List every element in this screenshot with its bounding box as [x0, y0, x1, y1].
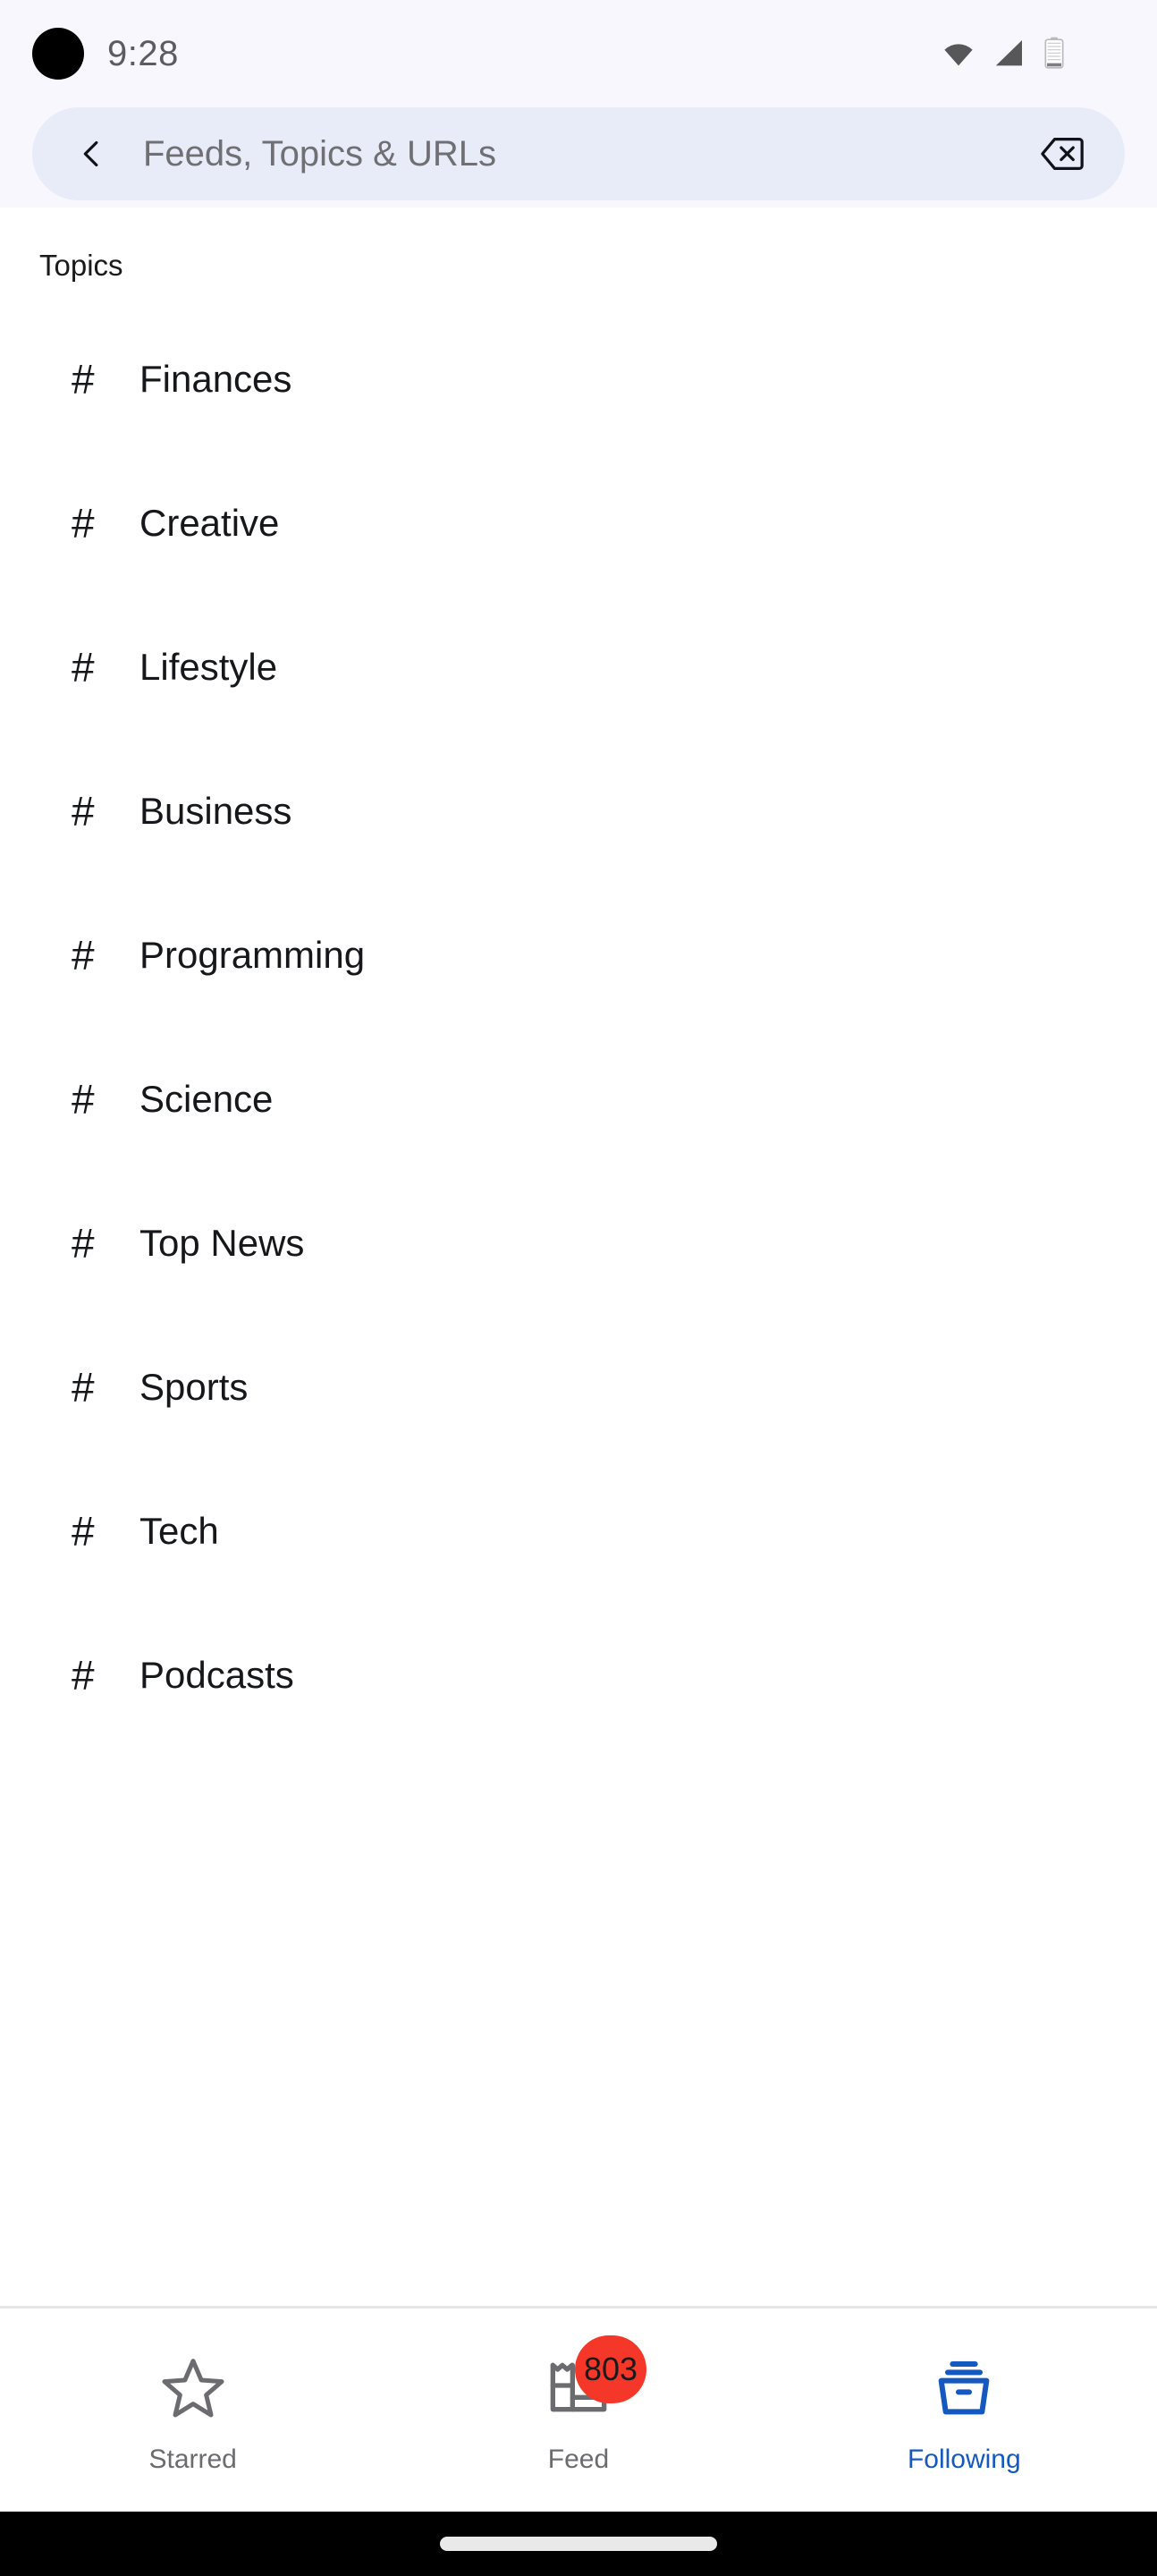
- topic-label: Science: [139, 1077, 274, 1120]
- list-item[interactable]: # Top News: [0, 1171, 1157, 1315]
- search-input[interactable]: [132, 107, 1021, 200]
- nav-item-starred[interactable]: Starred: [0, 2309, 385, 2512]
- status-time: 9:28: [107, 34, 179, 73]
- topic-label: Podcasts: [139, 1653, 294, 1696]
- signal-icon: [991, 36, 1026, 72]
- list-item[interactable]: # Programming: [0, 883, 1157, 1027]
- topic-label: Sports: [139, 1365, 249, 1408]
- hash-icon: #: [72, 931, 95, 979]
- topic-label: Programming: [139, 933, 366, 976]
- nav-item-feed[interactable]: 803 Feed: [385, 2309, 771, 2512]
- list-item[interactable]: # Lifestyle: [0, 595, 1157, 739]
- list-item[interactable]: # Finances: [0, 307, 1157, 451]
- nav-icon-following-wrap: [925, 2348, 1003, 2427]
- archive-inbox-icon: [928, 2351, 1000, 2423]
- list-item[interactable]: # Creative: [0, 451, 1157, 595]
- list-item[interactable]: # Podcasts: [0, 1603, 1157, 1747]
- topic-label: Top News: [139, 1221, 305, 1264]
- app-screen: 9:28 Feeds, Topics & URLs Topics # Finan…: [0, 0, 1157, 2576]
- backspace-icon: [1040, 135, 1085, 173]
- home-indicator[interactable]: [440, 2537, 717, 2551]
- hash-icon: #: [72, 1507, 95, 1555]
- back-button[interactable]: [59, 122, 123, 186]
- nav-icon-feed-wrap: 803: [539, 2334, 647, 2427]
- section-header-topics: Topics: [39, 249, 123, 282]
- system-gesture-area: [0, 2512, 1157, 2576]
- top-region: 9:28: [0, 0, 1157, 208]
- hash-icon: #: [72, 787, 95, 835]
- status-bar-left: 9:28: [32, 28, 179, 80]
- hash-icon: #: [72, 355, 95, 402]
- topic-label: Creative: [139, 501, 280, 544]
- list-item[interactable]: # Business: [0, 739, 1157, 883]
- hash-icon: #: [72, 643, 95, 691]
- topic-label: Tech: [139, 1509, 219, 1552]
- clear-search-button[interactable]: [1030, 122, 1094, 186]
- hash-icon: #: [72, 1075, 95, 1123]
- hash-icon: #: [72, 499, 95, 547]
- bottom-navigation: Starred 803 Feed Following: [0, 2306, 1157, 2512]
- star-icon: [157, 2351, 229, 2423]
- search-bar[interactable]: [32, 107, 1125, 200]
- topic-label: Business: [139, 789, 292, 832]
- status-bar-right: [941, 36, 1121, 72]
- search-bar-container: [0, 107, 1157, 200]
- nav-icon-starred-wrap: [154, 2348, 232, 2427]
- list-item[interactable]: # Science: [0, 1027, 1157, 1171]
- list-item[interactable]: # Sports: [0, 1315, 1157, 1459]
- wifi-icon: [941, 36, 976, 72]
- topic-list: # Finances # Creative # Lifestyle # Busi…: [0, 307, 1157, 1747]
- hash-icon: #: [72, 1363, 95, 1411]
- chevron-left-icon: [73, 136, 109, 172]
- list-item[interactable]: # Tech: [0, 1459, 1157, 1603]
- camera-dot: [32, 28, 84, 80]
- feed-unread-badge: 803: [574, 2334, 647, 2403]
- battery-icon: [1041, 36, 1068, 72]
- hash-icon: #: [72, 1219, 95, 1267]
- nav-label-feed: Feed: [547, 2444, 610, 2474]
- nav-item-following[interactable]: Following: [772, 2309, 1157, 2512]
- nav-label-starred: Starred: [148, 2444, 237, 2474]
- main-content: Topics # Finances # Creative # Lifestyle…: [0, 208, 1157, 2306]
- topic-label: Lifestyle: [139, 645, 278, 688]
- nav-label-following: Following: [907, 2444, 1021, 2474]
- status-bar: 9:28: [0, 0, 1157, 107]
- hash-icon: #: [72, 1651, 95, 1699]
- topic-label: Finances: [139, 357, 292, 400]
